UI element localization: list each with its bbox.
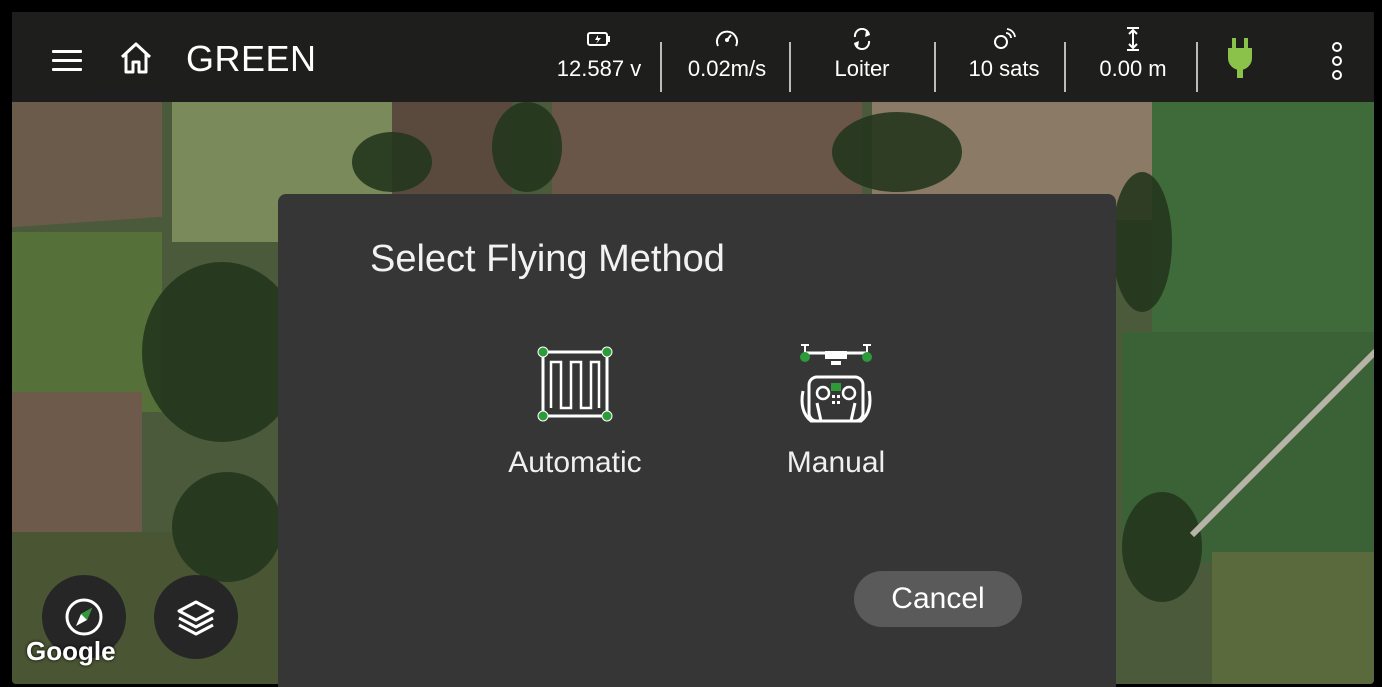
- remote-controller-icon: [800, 344, 872, 423]
- map-field: [1212, 552, 1374, 684]
- manual-method-button[interactable]: Manual: [746, 334, 926, 480]
- map-field: [12, 392, 142, 542]
- compass-icon: [65, 598, 103, 636]
- automatic-label: Automatic: [508, 446, 642, 479]
- automatic-method-button[interactable]: Automatic: [485, 334, 665, 480]
- mode-cycle-icon: [853, 28, 871, 50]
- dialog-title: Select Flying Method: [370, 238, 725, 280]
- divider: [660, 42, 662, 92]
- map-layers-button[interactable]: [154, 575, 238, 659]
- grid-path-icon: [537, 346, 613, 422]
- divider: [934, 42, 936, 92]
- altitude-icon: [1127, 27, 1139, 51]
- vehicle-name[interactable]: GREEN: [186, 38, 317, 80]
- map-tree: [1122, 492, 1202, 602]
- satellite-count: 10 sats: [968, 56, 1040, 81]
- battery-stat: 12.587 v: [544, 26, 654, 92]
- map-field: [12, 232, 162, 412]
- map-field: [552, 92, 862, 202]
- battery-voltage: 12.587 v: [556, 56, 642, 81]
- hamburger-menu-icon[interactable]: [52, 50, 82, 71]
- map-tree: [352, 132, 432, 192]
- select-flying-method-dialog: Select Flying Method Automatic Manual Ca…: [278, 194, 1116, 687]
- map-tree: [492, 102, 562, 192]
- satellite-icon: [994, 28, 1016, 49]
- altitude-stat: 0.00 m: [1078, 26, 1188, 92]
- divider: [1064, 42, 1066, 92]
- flight-mode-stat[interactable]: Loiter: [812, 26, 912, 92]
- google-attribution: Google: [26, 636, 116, 666]
- divider: [1196, 42, 1198, 92]
- map-field: [12, 86, 162, 228]
- map-field: [1152, 102, 1374, 332]
- map-tree: [1112, 172, 1172, 312]
- battery-icon: [587, 32, 610, 46]
- plug-connected-icon[interactable]: [1226, 36, 1254, 80]
- speedometer-icon: [716, 30, 738, 47]
- home-icon[interactable]: [116, 38, 156, 78]
- layers-icon: [177, 600, 215, 636]
- altitude: 0.00 m: [1099, 56, 1167, 81]
- flight-mode: Loiter: [834, 56, 890, 81]
- speed-stat: 0.02m/s: [672, 26, 782, 92]
- top-toolbar: GREEN 12.587 v 0.02m/s Loiter 10 sats 0.…: [12, 12, 1374, 102]
- ground-speed: 0.02m/s: [687, 56, 767, 81]
- more-options-icon[interactable]: [1330, 42, 1344, 82]
- cancel-button[interactable]: Cancel: [854, 571, 1022, 627]
- map-tree: [172, 472, 282, 582]
- manual-label: Manual: [786, 446, 886, 479]
- divider: [789, 42, 791, 92]
- map-tree: [832, 112, 962, 192]
- gps-stat: 10 sats: [949, 26, 1059, 92]
